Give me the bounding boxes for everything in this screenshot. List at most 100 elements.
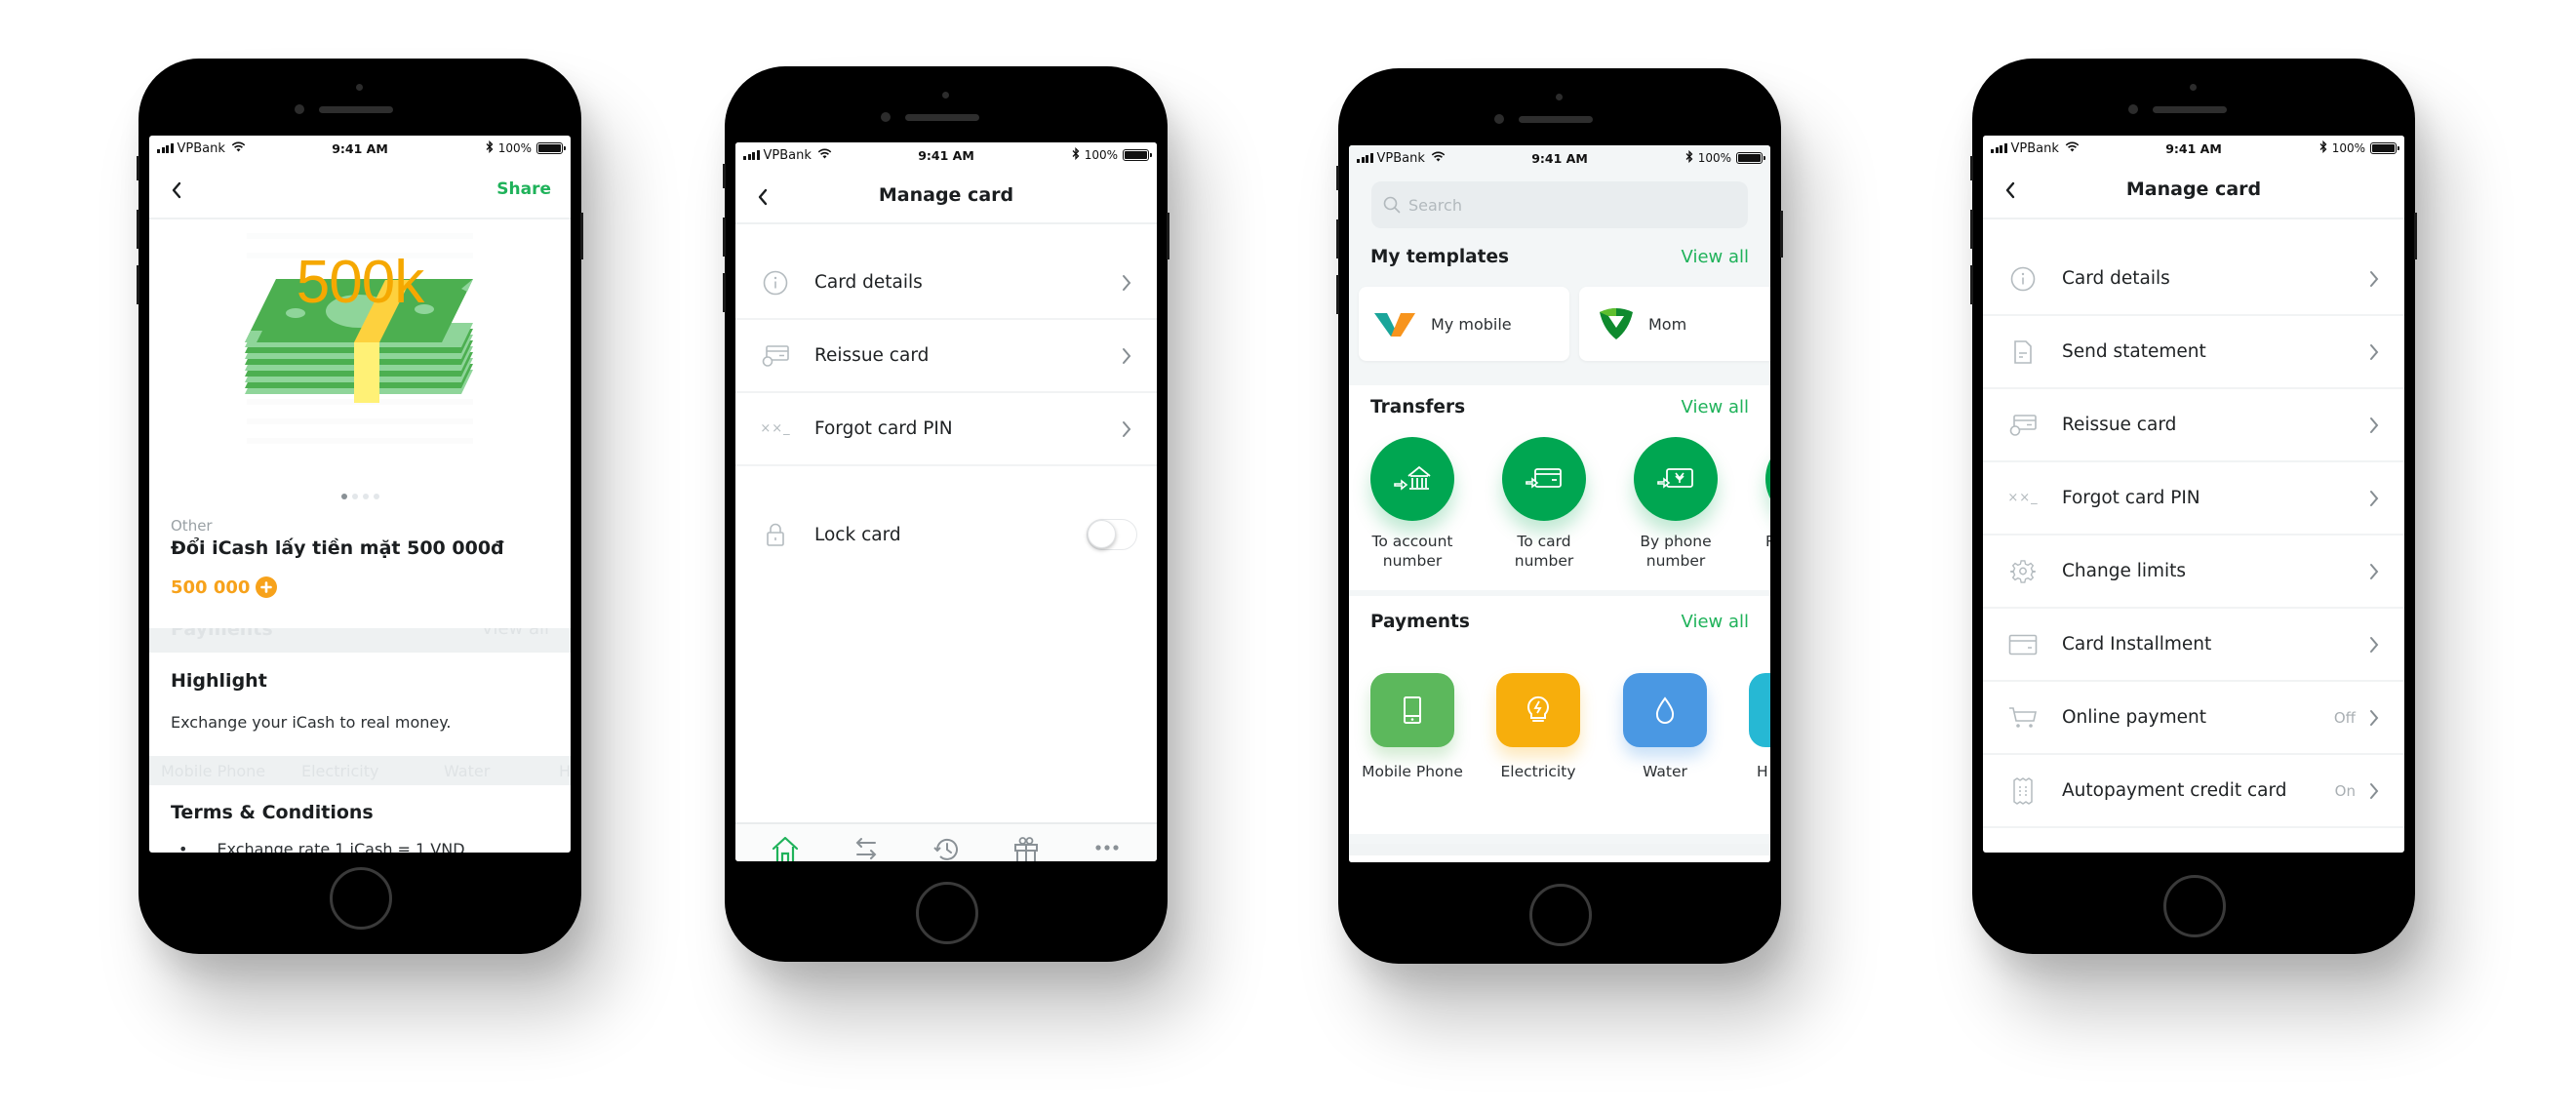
pay-mobile-phone-button[interactable] (1370, 673, 1454, 747)
side-button (723, 218, 726, 257)
home-button[interactable] (2163, 875, 2226, 937)
nav-bar: Manage card (1983, 161, 2404, 219)
faded-text: Payments (171, 628, 273, 640)
item-label: Card Installment (2062, 634, 2212, 655)
list-item-reissue-card[interactable]: Reissue card (735, 320, 1157, 393)
side-button (1336, 219, 1339, 258)
more-dots-icon (1095, 845, 1119, 851)
list-item-card-details[interactable]: Card details (735, 247, 1157, 320)
proximity-sensor (1556, 94, 1563, 100)
bank-transfer-icon (1394, 465, 1431, 491)
signal-icon (157, 143, 174, 153)
list-item-change-limits[interactable]: Change limits (1983, 536, 2404, 609)
chevron-right-icon (2369, 270, 2379, 288)
side-button (580, 213, 583, 259)
terms-item-text: Exchange rate 1 iCash = 1 VND (217, 840, 465, 853)
transfer-to-card-button[interactable] (1502, 437, 1586, 521)
templates-header: My templates View all (1370, 247, 1749, 267)
transfer-to-account-button[interactable] (1370, 437, 1454, 521)
status-bar: VPBank 9:41 AM 100% (1349, 145, 1770, 171)
reissue-card-icon (756, 344, 795, 368)
faded-text: H (559, 762, 571, 780)
offer-title: Đổi iCash lấy tiền mặt 500 000đ (171, 537, 504, 559)
pin-icon: ××_ (2007, 491, 2039, 505)
icash-coin-icon (256, 576, 278, 598)
back-button[interactable] (749, 183, 776, 211)
toggle-knob (1088, 520, 1116, 548)
price-value: 500 000 (171, 576, 251, 598)
viettel-logo-icon (1374, 310, 1417, 338)
home-button[interactable] (916, 882, 978, 944)
autopayment-status: On (2334, 781, 2356, 800)
list-item-card-installment[interactable]: Card Installment (1983, 609, 2404, 682)
pay-water-button[interactable] (1623, 673, 1707, 747)
carousel-dot[interactable] (362, 494, 369, 499)
list-item-online-payment[interactable]: Online payment Off (1983, 682, 2404, 755)
transfers-section: Transfers View all To account number To … (1349, 385, 1770, 590)
faded-text: Mobile Phone (161, 762, 266, 780)
transfer-label: To card number (1514, 533, 1574, 570)
list-item-forgot-pin[interactable]: ××_ Forgot card PIN (735, 393, 1157, 466)
view-all-templates-link[interactable]: View all (1682, 247, 1749, 267)
payment-label: H (1757, 763, 1768, 780)
payment-label: Mobile Phone (1362, 763, 1463, 780)
transfer-by-phone-button[interactable] (1634, 437, 1718, 521)
section-title: My templates (1370, 247, 1510, 267)
item-label: Forgot card PIN (814, 418, 953, 439)
background-bleed: Payments View all (149, 628, 571, 653)
list-item-card-details[interactable]: Card details (1983, 243, 2404, 316)
back-button[interactable] (163, 177, 190, 204)
tab-gift[interactable] (1007, 830, 1046, 861)
back-button[interactable] (1997, 177, 2024, 204)
view-all-transfers-link[interactable]: View all (1682, 397, 1749, 417)
template-card-my-mobile[interactable]: My mobile (1359, 287, 1569, 361)
view-all-payments-link[interactable]: View all (1682, 612, 1749, 632)
history-icon (933, 838, 958, 860)
list-item-send-statement[interactable]: Send statement (1983, 316, 2404, 389)
tab-history[interactable] (927, 830, 966, 861)
lock-card-toggle[interactable] (1087, 519, 1137, 550)
chevron-right-icon (2369, 636, 2379, 654)
lock-card-section: Lock card (735, 499, 1157, 570)
tab-more[interactable] (1088, 830, 1127, 861)
list-item-autopayment-credit-card[interactable]: Autopayment credit card On (1983, 755, 2404, 828)
carousel-dot[interactable] (373, 494, 379, 499)
transfer-more-button[interactable] (1765, 437, 1770, 521)
phone-transfer-icon (1657, 468, 1693, 489)
item-label: Change limits (2062, 561, 2187, 581)
share-button[interactable]: Share (496, 179, 551, 199)
list-item-lock-card: Lock card (735, 499, 1157, 570)
pay-more-button[interactable] (1749, 673, 1770, 747)
highlight-text: Exchange your iCash to real money. (171, 713, 452, 732)
front-camera (2128, 104, 2138, 114)
front-camera (881, 112, 891, 122)
page-title: Manage card (878, 184, 1014, 206)
home-button[interactable] (330, 867, 392, 930)
tab-home[interactable] (766, 830, 805, 861)
phone-manage-card-short: VPBank 9:41 AM 100% Manage card Card det… (723, 66, 1169, 962)
section-title: Payments (1370, 612, 1470, 632)
highlight-title: Highlight (171, 670, 267, 692)
side-button (723, 273, 726, 312)
template-card-mom[interactable]: Mom (1579, 287, 1770, 361)
transfer-arrows-icon (855, 838, 876, 859)
carousel-dot-active[interactable] (340, 494, 347, 499)
home-button[interactable] (1529, 884, 1592, 946)
page-title: Manage card (2125, 179, 2262, 200)
online-payment-status: Off (2333, 708, 2356, 727)
battery-percent: 100% (497, 141, 532, 155)
info-icon (2003, 266, 2042, 292)
reissue-card-icon (2003, 414, 2042, 437)
payment-label: Water (1643, 763, 1687, 780)
tab-transfer[interactable] (847, 830, 886, 861)
offer-category: Other (171, 517, 213, 535)
carousel-dot[interactable] (351, 494, 358, 499)
list-item-forgot-pin[interactable]: ××_ Forgot card PIN (1983, 462, 2404, 536)
signal-icon (1357, 153, 1373, 163)
pay-electricity-button[interactable] (1496, 673, 1580, 747)
carousel-dots[interactable] (149, 494, 571, 499)
chevron-left-icon (758, 188, 768, 206)
side-button (1970, 156, 1973, 180)
search-input[interactable]: Search (1371, 181, 1748, 228)
list-item-reissue-card[interactable]: Reissue card (1983, 389, 2404, 462)
